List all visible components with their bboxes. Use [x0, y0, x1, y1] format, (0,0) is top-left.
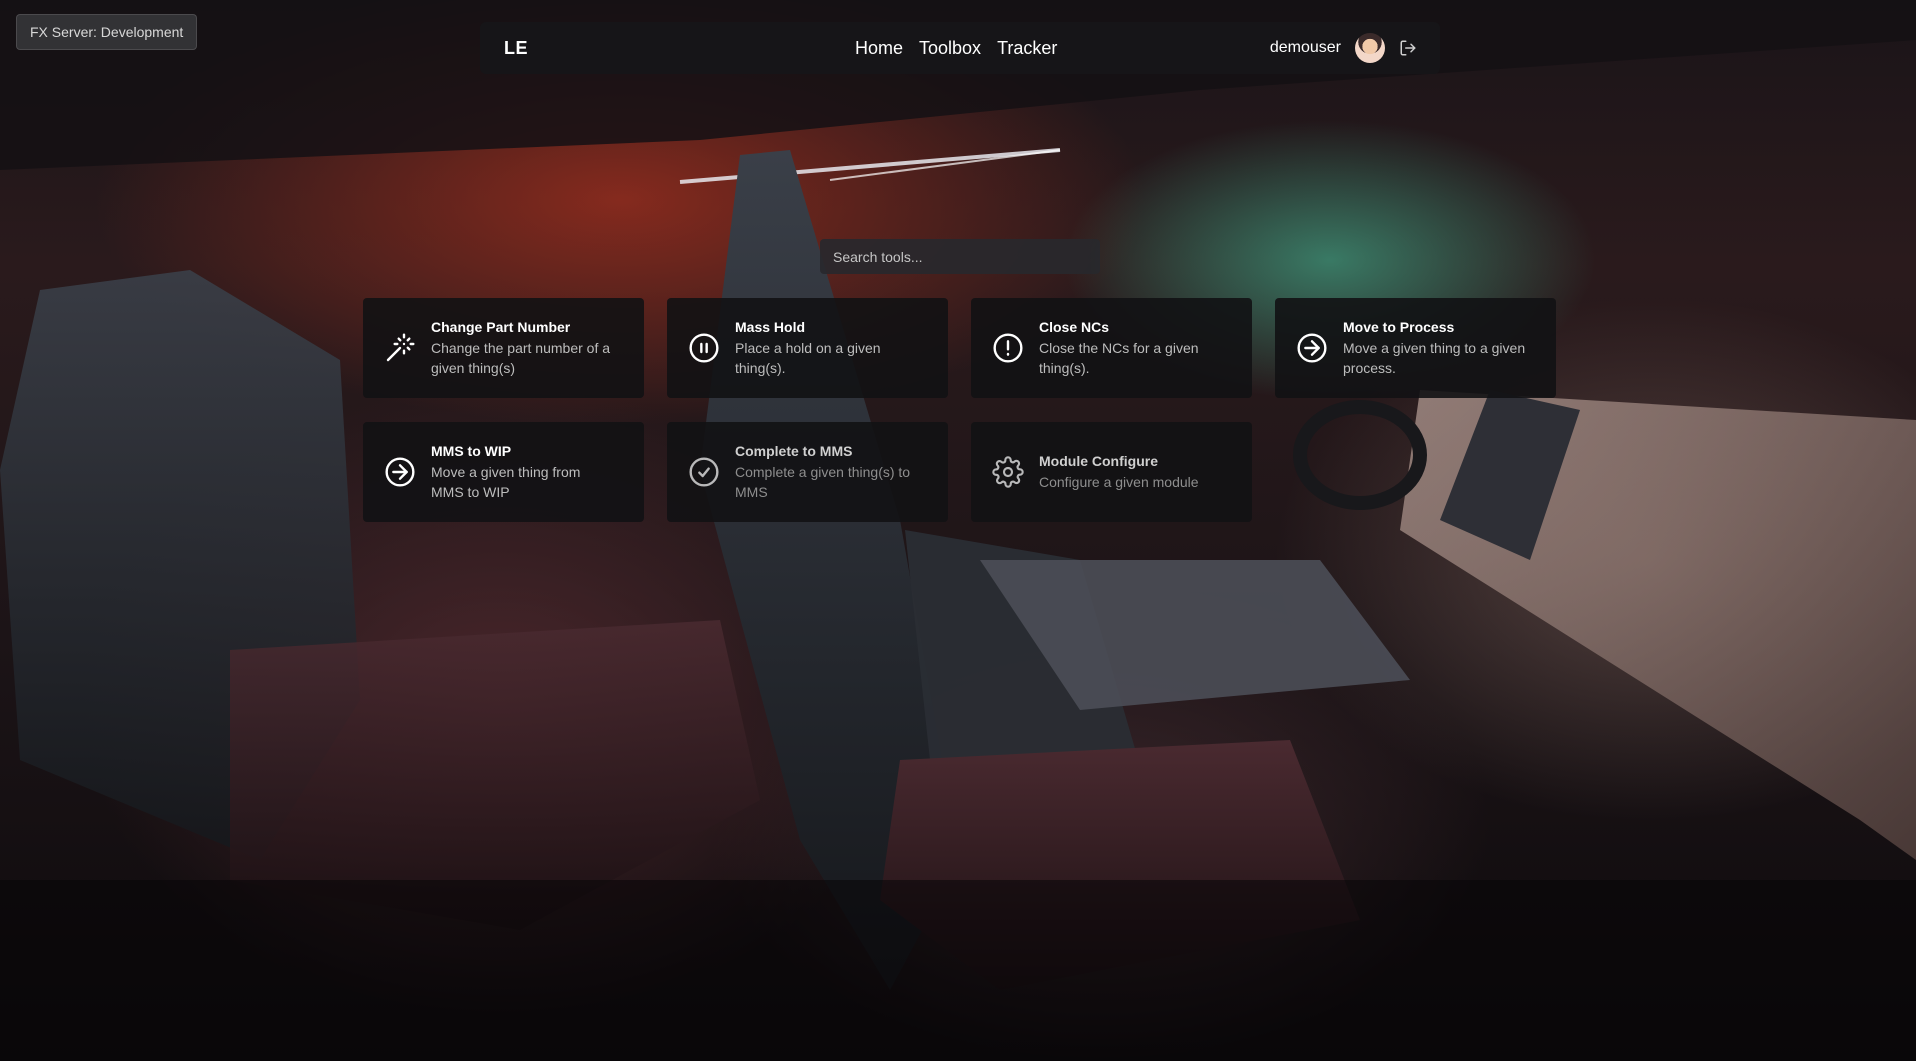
tool-card-mass-hold[interactable]: Mass Hold Place a hold on a given thing(…	[667, 298, 948, 398]
main-nav: Home Toolbox Tracker	[855, 22, 1057, 74]
tool-title: Module Configure	[1039, 452, 1158, 469]
environment-badge: FX Server: Development	[16, 14, 198, 50]
arrow-right-circle-icon	[1295, 331, 1329, 365]
top-navbar: LE Home Toolbox Tracker demouser	[480, 22, 1440, 74]
search-input[interactable]	[820, 239, 1100, 274]
tool-card-change-part-number[interactable]: Change Part Number Change the part numbe…	[363, 298, 644, 398]
tool-card-move-to-process[interactable]: Move to Process Move a given thing to a …	[1275, 298, 1556, 398]
tool-card-module-configure[interactable]: Module Configure Configure a given modul…	[971, 422, 1252, 522]
tool-title: Move to Process	[1343, 318, 1455, 335]
tool-description: Configure a given module	[1039, 473, 1199, 490]
tool-description: thing(s).	[1039, 359, 1090, 376]
nav-home-link[interactable]: Home	[855, 38, 903, 59]
tool-card-complete-to-mms[interactable]: Complete to MMS Complete a given thing(s…	[667, 422, 948, 522]
arrow-right-circle-icon	[383, 455, 417, 489]
tool-description: Complete a given thing(s) to	[735, 463, 911, 480]
logout-icon[interactable]	[1399, 39, 1417, 57]
tool-description: Move a given thing from	[431, 463, 581, 480]
brand-logo[interactable]: LE	[504, 38, 528, 59]
nav-toolbox-link[interactable]: Toolbox	[919, 38, 981, 59]
tool-title: MMS to WIP	[431, 442, 512, 459]
tool-description: thing(s).	[735, 359, 786, 376]
tool-title: Close NCs	[1039, 318, 1110, 335]
tool-title: Change Part Number	[431, 318, 571, 335]
tool-title: Complete to MMS	[735, 442, 853, 459]
tool-card-close-ncs[interactable]: Close NCs Close the NCs for a given thin…	[971, 298, 1252, 398]
background-image	[0, 0, 1916, 1061]
tool-description: MMS	[735, 483, 768, 500]
pause-circle-icon	[687, 331, 721, 365]
check-circle-icon	[687, 455, 721, 489]
magic-wand-icon	[383, 331, 417, 365]
tool-card-mms-to-wip[interactable]: MMS to WIP Move a given thing from MMS t…	[363, 422, 644, 522]
username: demouser	[1269, 39, 1341, 56]
tool-description: Change the part number of a	[431, 339, 611, 356]
tool-description: Close the NCs for a given	[1039, 339, 1199, 356]
nav-tracker-link[interactable]: Tracker	[997, 38, 1057, 59]
avatar[interactable]	[1355, 33, 1385, 63]
tool-description: Place a hold on a given	[735, 339, 881, 356]
tool-description: Move a given thing to a given	[1343, 339, 1526, 356]
tool-description: given thing(s)	[431, 359, 516, 376]
tool-title: Mass Hold	[735, 318, 806, 335]
tool-description: MMS to WIP	[431, 483, 510, 500]
gear-icon	[991, 455, 1025, 489]
user-menu: demouser	[1270, 33, 1417, 63]
alert-circle-icon	[991, 331, 1025, 365]
tool-description: process.	[1343, 359, 1396, 376]
